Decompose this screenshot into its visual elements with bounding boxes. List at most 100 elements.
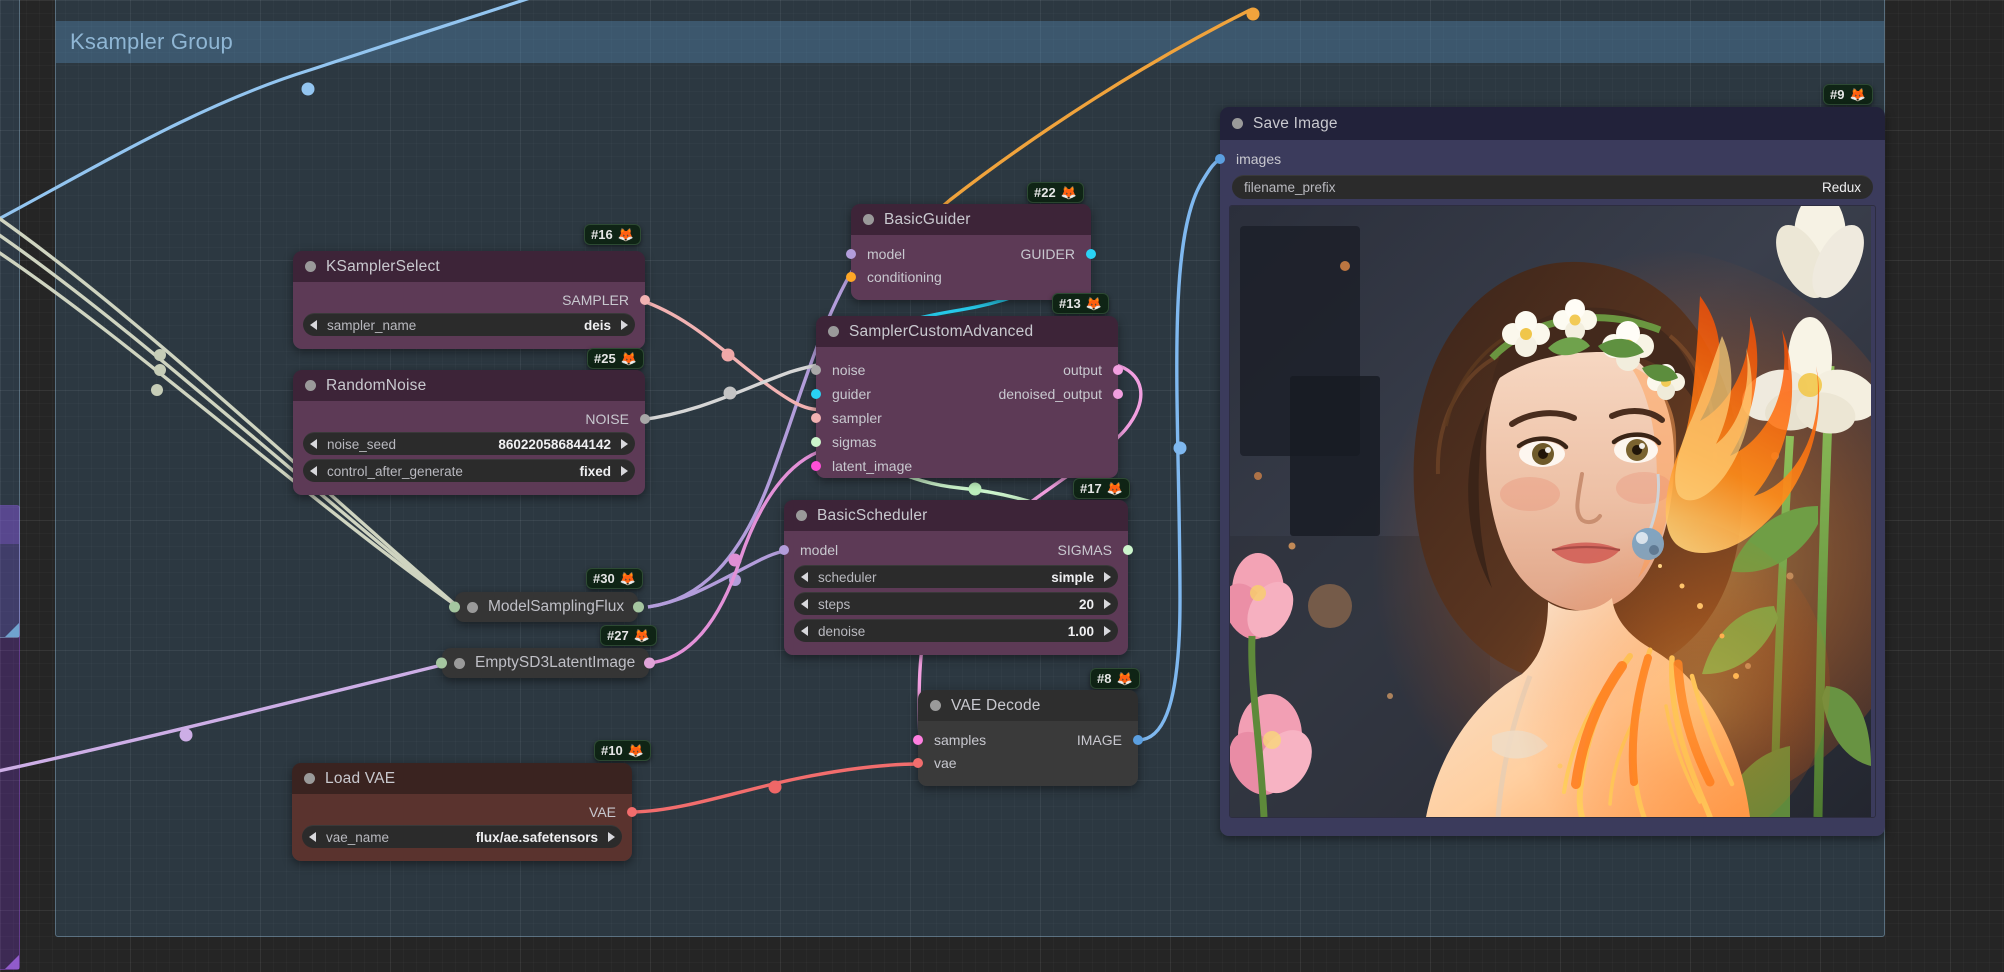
output-slot-noise[interactable]: NOISE <box>293 409 650 428</box>
node-header-ksampler-select[interactable]: KSamplerSelect <box>293 251 645 282</box>
widget-filename-prefix[interactable]: filename_prefix Redux <box>1232 175 1873 199</box>
node-sampler-custom-advanced[interactable]: SamplerCustomAdvanced noise output guide… <box>811 316 1123 478</box>
port-in-noise[interactable] <box>811 364 821 375</box>
circle-icon[interactable] <box>930 700 941 711</box>
input-slot-conditioning[interactable]: conditioning <box>846 266 1091 288</box>
node-header-vae-decode[interactable]: VAE Decode <box>918 690 1138 721</box>
output-slot-sampler[interactable]: SAMPLER <box>293 290 650 309</box>
circle-icon[interactable] <box>305 380 316 391</box>
node-header-sampler-custom-advanced[interactable]: SamplerCustomAdvanced <box>816 316 1118 347</box>
port-out-image[interactable] <box>1133 735 1143 745</box>
port-in-model-sampling-flux[interactable] <box>449 601 460 613</box>
input-slot-images[interactable]: images <box>1215 149 1885 169</box>
node-badge-27[interactable]: #27 🦊 <box>600 625 657 646</box>
group-blue-offscreen[interactable] <box>0 0 20 638</box>
node-ksampler-select[interactable]: KSamplerSelect SAMPLER sampler_name deis <box>293 251 650 349</box>
node-header-basic-scheduler[interactable]: BasicScheduler <box>784 500 1128 531</box>
port-out-vae[interactable] <box>627 806 637 817</box>
input-slot-noise[interactable]: noise output <box>811 358 1123 381</box>
node-empty-sd3-latent-image[interactable]: EmptySD3LatentImage <box>436 648 656 678</box>
caret-right-icon[interactable] <box>621 466 628 476</box>
output-slot-vae[interactable]: VAE <box>292 802 637 821</box>
caret-left-icon[interactable] <box>310 320 317 330</box>
widget-scheduler[interactable]: scheduler simple <box>794 565 1118 588</box>
circle-icon[interactable] <box>305 261 316 272</box>
caret-right-icon[interactable] <box>1104 599 1111 609</box>
port-out-sigmas[interactable] <box>1123 545 1133 555</box>
port-in-sigmas[interactable] <box>811 436 821 447</box>
slot-samples-image[interactable]: samples IMAGE <box>913 729 1143 751</box>
input-slot-vae[interactable]: vae <box>913 752 1138 774</box>
caret-right-icon[interactable] <box>621 320 628 330</box>
node-header-load-vae[interactable]: Load VAE <box>292 763 632 794</box>
slot-model-sigmas[interactable]: model SIGMAS <box>779 539 1133 561</box>
caret-right-icon[interactable] <box>608 832 615 842</box>
port-in-empty-sd3-latent-image[interactable] <box>436 657 447 669</box>
port-in-model[interactable] <box>779 545 789 555</box>
node-load-vae[interactable]: Load VAE VAE vae_name flux/ae.safetensor… <box>292 763 637 861</box>
port-in-images[interactable] <box>1215 154 1225 164</box>
node-vae-decode[interactable]: VAE Decode samples IMAGE vae <box>913 690 1143 786</box>
widget-control-after-generate[interactable]: control_after_generate fixed <box>303 459 635 482</box>
node-badge-17[interactable]: #17 🦊 <box>1073 478 1130 499</box>
caret-left-icon[interactable] <box>310 466 317 476</box>
circle-icon[interactable] <box>467 601 478 613</box>
port-out-sampler[interactable] <box>640 294 650 305</box>
circle-icon[interactable] <box>828 326 839 337</box>
node-header-save-image[interactable]: Save Image <box>1220 107 1885 140</box>
port-out-denoised-output[interactable] <box>1113 388 1123 399</box>
circle-icon[interactable] <box>1232 118 1243 129</box>
comfyui-canvas[interactable]: Ksampler Group #16 🦊 KSamplerSelect SAMP… <box>0 0 2004 972</box>
node-badge-9[interactable]: #9 🦊 <box>1823 84 1873 105</box>
input-slot-model[interactable]: model GUIDER <box>846 243 1096 265</box>
group-purple-resize-handle[interactable] <box>5 955 19 969</box>
input-slot-sampler[interactable]: sampler <box>811 406 1118 429</box>
caret-left-icon[interactable] <box>801 626 808 636</box>
node-badge-16[interactable]: #16 🦊 <box>584 224 641 245</box>
port-out-model-sampling-flux[interactable] <box>633 601 645 613</box>
port-in-vae[interactable] <box>913 758 923 768</box>
node-badge-25[interactable]: #25 🦊 <box>587 348 644 369</box>
node-header-basic-guider[interactable]: BasicGuider <box>851 204 1091 235</box>
node-badge-8[interactable]: #8 🦊 <box>1090 668 1140 689</box>
node-save-image[interactable]: Save Image images filename_prefix Redux <box>1215 107 1885 836</box>
node-badge-22[interactable]: #22 🦊 <box>1027 182 1084 203</box>
node-basic-scheduler[interactable]: BasicScheduler model SIGMAS scheduler si… <box>779 500 1133 655</box>
circle-icon[interactable] <box>304 773 315 784</box>
widget-sampler-name[interactable]: sampler_name deis <box>303 313 635 336</box>
caret-left-icon[interactable] <box>801 572 808 582</box>
port-in-model[interactable] <box>846 249 856 259</box>
port-in-guider[interactable] <box>811 388 821 399</box>
port-in-latent-image[interactable] <box>811 460 821 471</box>
input-slot-latent-image[interactable]: latent_image <box>811 454 1118 477</box>
caret-left-icon[interactable] <box>310 439 317 449</box>
widget-noise-seed[interactable]: noise_seed 860220586844142 <box>303 432 635 455</box>
port-out-guider[interactable] <box>1086 249 1096 259</box>
port-out-noise[interactable] <box>640 413 650 424</box>
widget-vae-name[interactable]: vae_name flux/ae.safetensors <box>302 825 622 848</box>
port-in-sampler[interactable] <box>811 412 821 423</box>
port-in-samples[interactable] <box>913 735 923 745</box>
generated-image-preview[interactable] <box>1230 206 1871 817</box>
widget-steps[interactable]: steps 20 <box>794 592 1118 615</box>
port-in-conditioning[interactable] <box>846 272 856 282</box>
input-slot-sigmas[interactable]: sigmas <box>811 430 1118 453</box>
node-random-noise[interactable]: RandomNoise NOISE noise_seed 86022058684… <box>293 370 650 495</box>
circle-icon[interactable] <box>454 657 465 669</box>
widget-denoise[interactable]: denoise 1.00 <box>794 619 1118 642</box>
node-badge-13[interactable]: #13 🦊 <box>1052 293 1109 314</box>
node-header-random-noise[interactable]: RandomNoise <box>293 370 645 401</box>
node-model-sampling-flux[interactable]: ModelSamplingFlux <box>449 592 645 622</box>
caret-left-icon[interactable] <box>801 599 808 609</box>
caret-right-icon[interactable] <box>1104 572 1111 582</box>
node-badge-30[interactable]: #30 🦊 <box>586 568 643 589</box>
group-ksampler-title-bar[interactable]: Ksampler Group <box>56 21 1884 63</box>
node-badge-10[interactable]: #10 🦊 <box>594 740 651 761</box>
caret-left-icon[interactable] <box>309 832 316 842</box>
group-blue-off-resize-handle[interactable] <box>5 623 19 637</box>
caret-right-icon[interactable] <box>1104 626 1111 636</box>
input-slot-guider[interactable]: guider denoised_output <box>811 382 1123 405</box>
port-out-empty-sd3-latent-image[interactable] <box>644 657 656 669</box>
node-basic-guider[interactable]: BasicGuider model GUIDER conditioning <box>846 204 1096 300</box>
circle-icon[interactable] <box>796 510 807 521</box>
